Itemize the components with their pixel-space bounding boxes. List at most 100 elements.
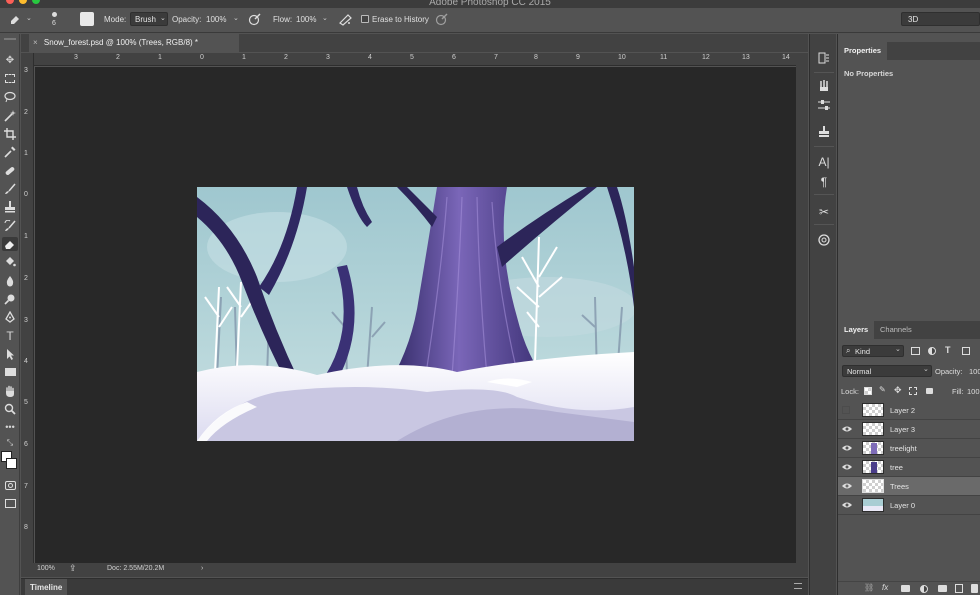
horizontal-ruler[interactable]: 3 2 1 0 1 2 3 4 5 6 7 8 9 10 11 12 13 14 <box>34 53 796 66</box>
blend-mode-select[interactable]: Normal ⌄ <box>842 365 932 377</box>
libraries-cloud-icon[interactable] <box>815 232 833 248</box>
lasso-tool[interactable] <box>2 90 18 104</box>
filter-adjustment-icon[interactable] <box>928 347 936 355</box>
status-menu-arrow-icon[interactable]: › <box>201 565 203 572</box>
tool-preset-dropdown-icon[interactable]: ⌄ <box>26 14 32 22</box>
layer-name[interactable]: Trees <box>890 482 909 491</box>
clone-stamp-tool[interactable] <box>2 200 18 214</box>
paragraph-panel-icon[interactable]: ¶ <box>815 174 833 190</box>
toolbar-grip[interactable] <box>4 38 16 40</box>
zoom-tool[interactable] <box>2 402 18 416</box>
hand-tool[interactable] <box>2 384 18 398</box>
filter-type-icon[interactable]: T <box>945 345 951 355</box>
vertical-ruler[interactable]: 3 2 1 0 1 2 3 4 5 6 7 8 <box>21 53 34 563</box>
workspace-select[interactable]: 3D <box>901 12 980 26</box>
close-tab-icon[interactable]: × <box>33 38 38 47</box>
new-group-folder-icon[interactable] <box>938 585 947 592</box>
flow-dropdown-icon[interactable]: ⌄ <box>322 14 328 22</box>
zoom-level[interactable]: 100% <box>37 565 55 572</box>
erase-to-history-checkbox[interactable] <box>361 15 369 23</box>
add-mask-icon[interactable] <box>901 585 910 592</box>
airbrush-icon[interactable] <box>339 13 352 28</box>
opacity-dropdown-icon[interactable]: ⌄ <box>233 14 239 22</box>
adjustment-layer-icon[interactable] <box>920 585 928 593</box>
brush-preset-picker[interactable]: 6 <box>47 11 63 31</box>
layer-name[interactable]: Layer 3 <box>890 425 915 434</box>
dodge-tool[interactable] <box>2 292 18 306</box>
pen-tool[interactable] <box>2 310 18 324</box>
eye-icon[interactable] <box>842 444 852 452</box>
layer-row[interactable]: Layer 2 <box>838 401 980 420</box>
crop-tool[interactable] <box>2 127 18 141</box>
pressure-opacity-icon[interactable] <box>248 13 261 28</box>
layer-row[interactable]: Layer 0 <box>838 496 980 515</box>
document-tab[interactable]: × Snow_forest.psd @ 100% (Trees, RGB/8) … <box>29 34 239 52</box>
type-tool[interactable]: T <box>2 329 18 343</box>
eye-icon[interactable] <box>842 482 852 490</box>
brush-tool[interactable] <box>2 182 18 196</box>
layer-name[interactable]: tree <box>890 463 903 472</box>
lock-transparent-icon[interactable] <box>864 387 872 395</box>
layer-name[interactable]: treelight <box>890 444 917 453</box>
path-selection-tool[interactable] <box>2 347 18 361</box>
rectangle-tool[interactable] <box>2 365 18 379</box>
eye-icon[interactable] <box>842 463 852 471</box>
opacity-value[interactable]: 100% <box>206 15 226 24</box>
background-color-swatch[interactable] <box>6 458 17 469</box>
eyedropper-tool[interactable] <box>2 145 18 159</box>
brush-panel-toggle-icon[interactable] <box>80 12 94 26</box>
layer-visibility-toggle[interactable] <box>842 406 850 414</box>
screen-mode-button[interactable] <box>2 497 18 511</box>
quick-mask-button[interactable] <box>2 479 18 493</box>
adjustments-sliders-icon[interactable] <box>815 97 833 113</box>
swap-colors-button[interactable]: ⤡ <box>2 436 18 450</box>
layer-name[interactable]: Layer 2 <box>890 406 915 415</box>
edit-toolbar-button[interactable]: ••• <box>2 420 18 434</box>
eraser-tool[interactable] <box>2 237 18 251</box>
share-icon[interactable]: ⇪ <box>69 563 77 574</box>
tab-channels[interactable]: Channels <box>874 321 918 339</box>
fill-value[interactable]: 100 <box>967 387 980 396</box>
layer-row[interactable]: treelight <box>838 439 980 458</box>
filter-pixel-icon[interactable] <box>911 347 920 355</box>
history-brush-tool[interactable] <box>2 219 18 233</box>
filter-shape-icon[interactable] <box>962 347 970 355</box>
layer-opacity-value[interactable]: 100 <box>969 367 980 376</box>
link-layers-icon[interactable]: ⛓ <box>864 583 874 592</box>
new-layer-icon[interactable] <box>955 584 963 593</box>
trash-icon[interactable] <box>971 584 978 593</box>
healing-brush-tool[interactable] <box>2 164 18 178</box>
lock-artboard-icon[interactable] <box>909 387 917 395</box>
clone-source-icon[interactable] <box>815 124 833 140</box>
lock-paint-brush-icon[interactable]: ✎ <box>879 385 886 394</box>
flow-value[interactable]: 100% <box>296 15 316 24</box>
timeline-tab[interactable]: Timeline <box>25 579 68 595</box>
eye-icon[interactable] <box>842 425 852 433</box>
tool-presets-scissors-icon[interactable]: ✂ <box>815 204 833 220</box>
mode-select[interactable]: Brush ⌄ <box>130 12 168 26</box>
brush-presets-icon[interactable] <box>815 78 833 94</box>
character-panel-icon[interactable]: A| <box>815 154 833 170</box>
tab-properties[interactable]: Properties <box>838 42 888 60</box>
blur-tool[interactable] <box>2 274 18 288</box>
move-tool[interactable]: ✥ <box>2 54 18 68</box>
history-panel-icon[interactable] <box>815 50 833 66</box>
document-canvas[interactable] <box>197 187 634 441</box>
layer-row[interactable]: Layer 3 <box>838 420 980 439</box>
pressure-size-icon[interactable] <box>435 13 448 28</box>
lock-all-icon[interactable] <box>926 388 933 394</box>
layer-row[interactable]: tree <box>838 458 980 477</box>
eraser-tool-preset-icon[interactable] <box>9 13 21 27</box>
layer-row[interactable]: Trees <box>838 477 980 496</box>
magic-wand-tool[interactable] <box>2 109 18 123</box>
vertical-scrollbar[interactable] <box>796 53 808 563</box>
tab-layers[interactable]: Layers <box>838 321 875 339</box>
fx-icon[interactable]: fx <box>882 583 888 592</box>
eye-icon[interactable] <box>842 501 852 509</box>
layer-filter-select[interactable]: ⌕ Kind ⌄ <box>842 345 904 357</box>
lock-move-icon[interactable]: ✥ <box>894 385 902 396</box>
paint-bucket-tool[interactable] <box>2 255 18 269</box>
marquee-tool[interactable] <box>2 72 18 86</box>
panel-menu-icon[interactable] <box>794 583 802 589</box>
layer-name[interactable]: Layer 0 <box>890 501 915 510</box>
